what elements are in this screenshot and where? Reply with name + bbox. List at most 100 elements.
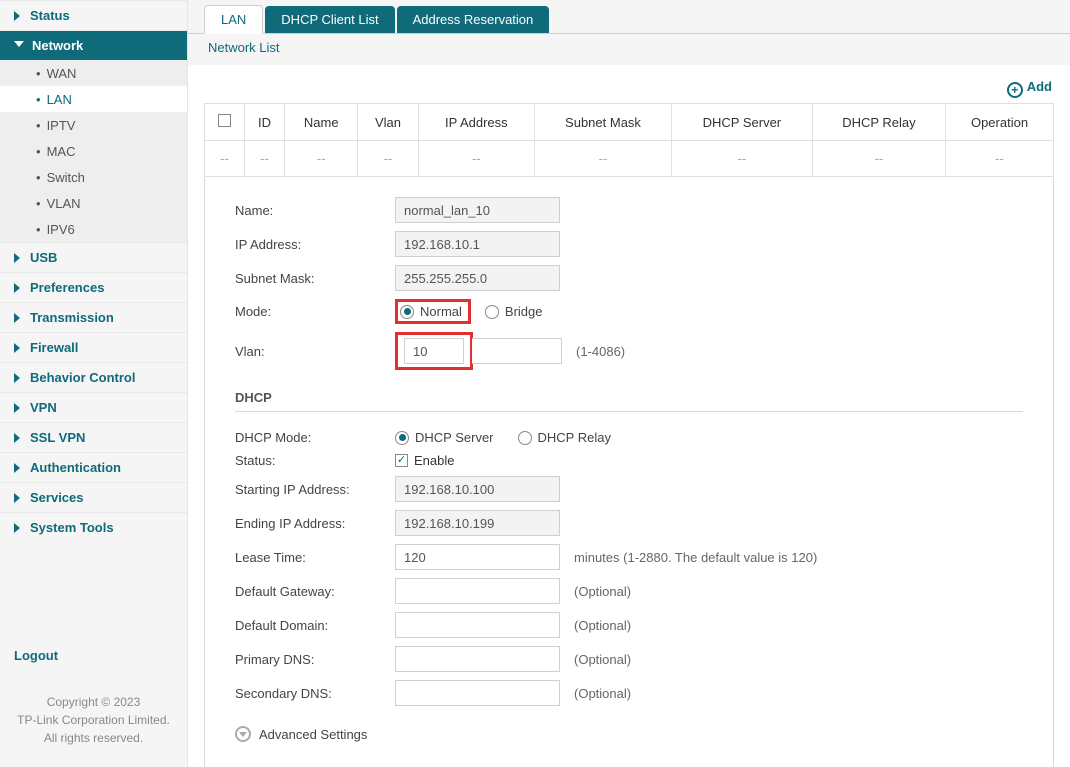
sidebar-sub-vlan[interactable]: VLAN — [0, 190, 187, 216]
copyright-line: TP-Link Corporation Limited. — [8, 711, 179, 729]
name-label: Name: — [235, 203, 395, 218]
subnet-mask-label: Subnet Mask: — [235, 271, 395, 286]
sidebar-item-network[interactable]: Network — [0, 30, 187, 60]
cell: -- — [812, 141, 945, 177]
sidebar-sub-iptv[interactable]: IPTV — [0, 112, 187, 138]
sidebar-item-services[interactable]: Services — [0, 482, 187, 512]
secondary-dns-hint: (Optional) — [574, 686, 631, 701]
sidebar-item-label: Transmission — [30, 310, 114, 325]
cell: -- — [535, 141, 672, 177]
caret-icon — [14, 283, 20, 293]
tab-lan[interactable]: LAN — [204, 5, 263, 34]
highlight-mode-normal: Normal — [395, 299, 471, 324]
subheader: Network List — [188, 34, 1070, 65]
vlan-hint: (1-4086) — [576, 344, 625, 359]
radio-label: Normal — [420, 304, 462, 319]
add-label: Add — [1027, 79, 1052, 94]
starting-ip-input[interactable] — [395, 476, 560, 502]
sidebar-item-authentication[interactable]: Authentication — [0, 452, 187, 482]
plus-icon: + — [1007, 82, 1023, 98]
chevron-down-circle-icon — [235, 726, 251, 742]
sidebar-item-label: USB — [30, 250, 57, 265]
sidebar-item-preferences[interactable]: Preferences — [0, 272, 187, 302]
sidebar-item-system-tools[interactable]: System Tools — [0, 512, 187, 542]
copyright-line: Copyright © 2023 — [8, 693, 179, 711]
ip-address-input[interactable] — [395, 231, 560, 257]
dhcp-section-title: DHCP — [235, 390, 1023, 405]
sidebar-sub-ipv6[interactable]: IPV6 — [0, 216, 187, 242]
col-mask: Subnet Mask — [535, 104, 672, 141]
lease-time-input[interactable] — [395, 544, 560, 570]
sidebar-item-usb[interactable]: USB — [0, 242, 187, 272]
dhcp-mode-relay-radio[interactable]: DHCP Relay — [518, 430, 611, 445]
tab-dhcp-client-list[interactable]: DHCP Client List — [265, 6, 394, 33]
sidebar-item-ssl-vpn[interactable]: SSL VPN — [0, 422, 187, 452]
radio-label: DHCP Relay — [538, 430, 611, 445]
sidebar-sub-label: IPV6 — [47, 222, 75, 237]
lan-form: Name: IP Address: Subnet Mask: Mode: Nor… — [204, 177, 1054, 767]
sidebar-item-transmission[interactable]: Transmission — [0, 302, 187, 332]
secondary-dns-label: Secondary DNS: — [235, 686, 395, 701]
cell: -- — [946, 141, 1054, 177]
caret-icon — [14, 463, 20, 473]
default-domain-label: Default Domain: — [235, 618, 395, 633]
caret-icon — [14, 523, 20, 533]
radio-icon — [485, 305, 499, 319]
subnet-mask-input[interactable] — [395, 265, 560, 291]
secondary-dns-input[interactable] — [395, 680, 560, 706]
col-dhcprelay: DHCP Relay — [812, 104, 945, 141]
cell: -- — [285, 141, 358, 177]
mode-normal-radio[interactable]: Normal — [400, 304, 462, 319]
sidebar-item-behavior-control[interactable]: Behavior Control — [0, 362, 187, 392]
cell: -- — [358, 141, 418, 177]
copyright-line: All rights reserved. — [8, 729, 179, 747]
add-button[interactable]: + Add — [204, 79, 1054, 103]
advanced-settings-toggle[interactable]: Advanced Settings — [235, 726, 1023, 742]
name-input[interactable] — [395, 197, 560, 223]
default-gateway-label: Default Gateway: — [235, 584, 395, 599]
domain-hint: (Optional) — [574, 618, 631, 633]
tab-address-reservation[interactable]: Address Reservation — [397, 6, 550, 33]
mode-bridge-radio[interactable]: Bridge — [485, 304, 543, 319]
primary-dns-label: Primary DNS: — [235, 652, 395, 667]
tabbar: LAN DHCP Client List Address Reservation — [188, 0, 1070, 34]
dhcp-mode-label: DHCP Mode: — [235, 430, 395, 445]
sidebar-item-vpn[interactable]: VPN — [0, 392, 187, 422]
sidebar-item-status[interactable]: Status — [0, 0, 187, 30]
vlan-input[interactable] — [404, 338, 464, 364]
default-domain-input[interactable] — [395, 612, 560, 638]
radio-label: Bridge — [505, 304, 543, 319]
network-list-table: ID Name Vlan IP Address Subnet Mask DHCP… — [204, 103, 1054, 177]
col-id: ID — [245, 104, 285, 141]
cell: -- — [205, 141, 245, 177]
ip-address-label: IP Address: — [235, 237, 395, 252]
sidebar-sub-label: IPTV — [47, 118, 76, 133]
mode-label: Mode: — [235, 304, 395, 319]
tab-label: DHCP Client List — [281, 12, 378, 27]
sidebar-item-firewall[interactable]: Firewall — [0, 332, 187, 362]
col-dhcpserver: DHCP Server — [671, 104, 812, 141]
caret-icon — [14, 253, 20, 263]
divider — [235, 411, 1023, 412]
dhcp-mode-server-radio[interactable]: DHCP Server — [395, 430, 494, 445]
sidebar-sub-wan[interactable]: WAN — [0, 60, 187, 86]
caret-icon — [14, 343, 20, 353]
sidebar-sub-switch[interactable]: Switch — [0, 164, 187, 190]
caret-icon — [14, 11, 20, 21]
enable-checkbox[interactable] — [395, 454, 408, 467]
logout-label: Logout — [14, 648, 58, 663]
vlan-input-extra[interactable] — [472, 338, 562, 364]
col-checkbox — [205, 104, 245, 141]
sidebar-sub-lan[interactable]: LAN — [0, 86, 187, 112]
cell: -- — [245, 141, 285, 177]
primary-dns-input[interactable] — [395, 646, 560, 672]
select-all-checkbox[interactable] — [218, 114, 231, 127]
sidebar-sub-label: WAN — [47, 66, 77, 81]
sidebar-sub-label: VLAN — [47, 196, 81, 211]
logout-link[interactable]: Logout — [0, 628, 187, 683]
caret-icon — [14, 373, 20, 383]
cell: -- — [671, 141, 812, 177]
sidebar-sub-mac[interactable]: MAC — [0, 138, 187, 164]
ending-ip-input[interactable] — [395, 510, 560, 536]
default-gateway-input[interactable] — [395, 578, 560, 604]
